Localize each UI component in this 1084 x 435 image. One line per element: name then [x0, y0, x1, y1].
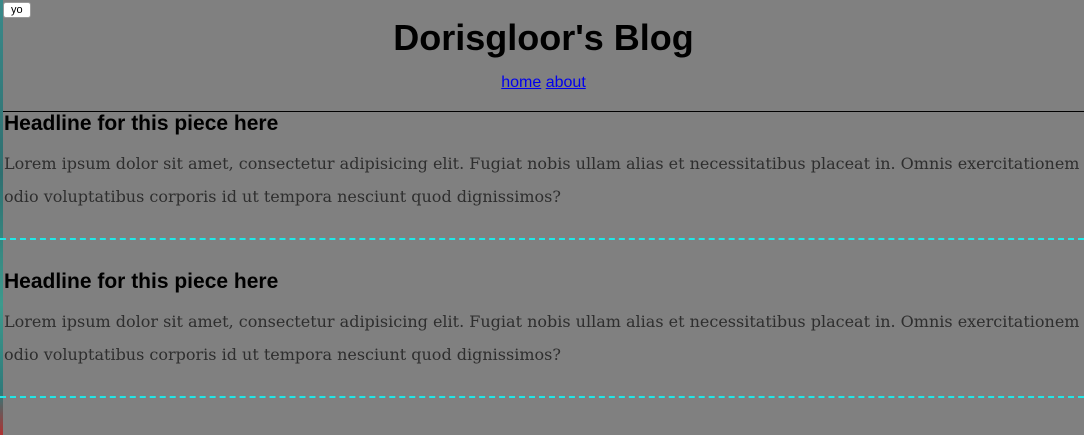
- post-headline: Headline for this piece here: [4, 112, 279, 135]
- nav-link-about[interactable]: about: [546, 74, 586, 91]
- post-body-line: odio voluptatibus corporis id ut tempora…: [4, 345, 561, 364]
- post-divider: [0, 238, 1084, 240]
- main-nav: home about: [3, 73, 1084, 93]
- nav-link-home[interactable]: home: [501, 74, 541, 91]
- post-body: Lorem ipsum dolor sit amet, consectetur …: [4, 305, 1084, 371]
- post-headline: Headline for this piece here: [4, 270, 279, 293]
- post-body-line: Lorem ipsum dolor sit amet, consectetur …: [4, 154, 1084, 173]
- post-body-line: odio voluptatibus corporis id ut tempora…: [4, 187, 561, 206]
- site-header: Dorisgloor's Blog home about: [3, 0, 1084, 112]
- post-divider: [0, 396, 1084, 398]
- blog-post: Headline for this piece here Lorem ipsum…: [4, 270, 1084, 371]
- site-title: Dorisgloor's Blog: [393, 17, 694, 58]
- yo-button[interactable]: yo: [3, 2, 31, 18]
- post-body-line: Lorem ipsum dolor sit amet, consectetur …: [4, 312, 1084, 331]
- post-body: Lorem ipsum dolor sit amet, consectetur …: [4, 147, 1084, 213]
- blog-post: Headline for this piece here Lorem ipsum…: [4, 112, 1084, 213]
